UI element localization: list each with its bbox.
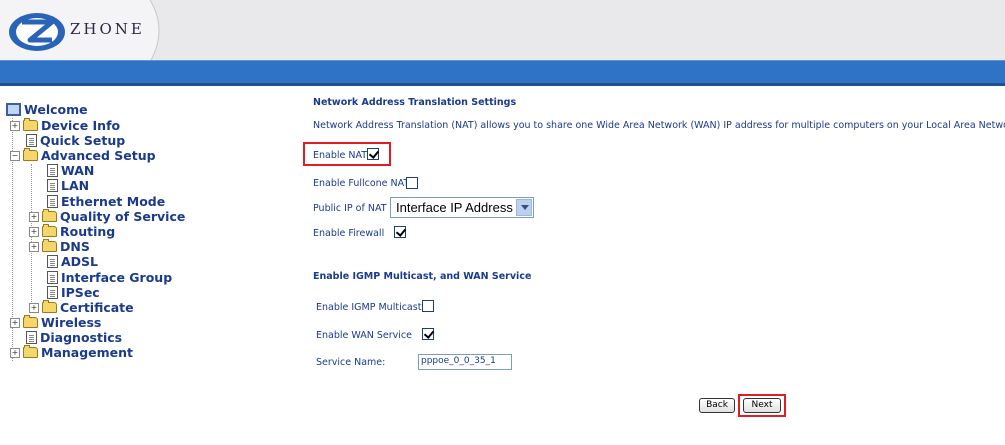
nav-item-certificate[interactable]: + Certificate	[29, 300, 134, 315]
header-blue-band	[0, 60, 1005, 84]
nav-item-label: Diagnostics	[40, 330, 123, 345]
expand-plus-icon[interactable]: +	[29, 241, 39, 252]
header-banner: ZHONE	[0, 0, 1005, 86]
igmp-section-title: Enable IGMP Multicast, and WAN Service	[313, 271, 532, 282]
expand-plus-icon[interactable]: +	[10, 317, 20, 328]
enable-wan-service-label: Enable WAN Service	[316, 330, 412, 341]
nav-item-advanced-setup[interactable]: − Advanced Setup	[10, 148, 156, 163]
nav-item-ipsec[interactable]: IPSec	[47, 285, 100, 300]
nav-item-label: LAN	[61, 178, 90, 193]
collapse-minus-icon[interactable]: −	[10, 150, 20, 161]
service-name-input[interactable]: pppoe_0_0_35_1	[418, 354, 512, 370]
nav-item-label: Welcome	[24, 102, 88, 117]
page-icon	[47, 286, 58, 299]
page-icon	[47, 179, 58, 192]
public-ip-label: Public IP of NAT :	[313, 203, 393, 214]
dropdown-arrow-icon[interactable]	[516, 199, 532, 216]
nav-item-label: Ethernet Mode	[61, 194, 166, 209]
folder-icon	[23, 345, 38, 358]
nav-item-label: Device Info	[41, 118, 121, 133]
public-ip-selected-value: Interface IP Address	[396, 200, 513, 215]
nav-item-management[interactable]: + Management	[10, 345, 133, 360]
nav-item-label: Quality of Service	[60, 209, 186, 224]
page-icon	[47, 255, 58, 268]
nav-item-label: IPSec	[61, 285, 100, 300]
nav-item-wireless[interactable]: + Wireless	[10, 315, 101, 330]
nav-item-interface-group[interactable]: Interface Group	[47, 270, 172, 285]
enable-wan-service-checkbox[interactable]	[422, 328, 434, 340]
expand-plus-icon[interactable]: +	[29, 211, 39, 222]
nav-item-label: Quick Setup	[40, 133, 126, 148]
nav-item-dns[interactable]: + DNS	[29, 239, 90, 254]
nat-description: Network Address Translation (NAT) allows…	[313, 120, 1005, 131]
nav-item-label: Routing	[60, 224, 116, 239]
nav-item-ethernet-mode[interactable]: Ethernet Mode	[47, 194, 165, 209]
folder-icon	[23, 118, 38, 131]
enable-igmp-checkbox[interactable]	[422, 300, 434, 312]
header-divider	[0, 83, 1005, 86]
folder-icon	[42, 209, 57, 222]
nav-item-adsl[interactable]: ADSL	[47, 254, 98, 269]
enable-fullcone-nat-label: Enable Fullcone NAT	[313, 178, 410, 189]
expand-plus-icon[interactable]: +	[10, 120, 20, 131]
nav-item-label: DNS	[60, 239, 90, 254]
expand-plus-icon[interactable]: +	[10, 347, 20, 358]
nat-section-title: Network Address Translation Settings	[313, 97, 517, 108]
nav-item-quick-setup[interactable]: Quick Setup	[26, 133, 125, 148]
enable-nat-label: Enable NAT	[313, 150, 368, 161]
folder-icon	[42, 224, 57, 237]
public-ip-select[interactable]: Interface IP Address	[390, 197, 534, 218]
next-button[interactable]: Next	[743, 398, 781, 413]
page-icon	[47, 164, 58, 177]
enable-igmp-label: Enable IGMP Multicast	[316, 302, 422, 313]
enable-fullcone-nat-checkbox[interactable]	[406, 177, 418, 189]
nav-item-lan[interactable]: LAN	[47, 178, 89, 193]
nav-item-diagnostics[interactable]: Diagnostics	[26, 330, 122, 345]
nav-item-label: ADSL	[61, 254, 99, 269]
logo-text: ZHONE	[70, 20, 145, 38]
folder-icon	[42, 300, 57, 313]
open-folder-icon	[23, 148, 38, 161]
expand-plus-icon[interactable]: +	[29, 302, 39, 313]
page-icon	[26, 331, 37, 344]
page-icon	[47, 195, 58, 208]
service-name-label: Service Name:	[316, 357, 386, 368]
enable-firewall-label: Enable Firewall	[313, 228, 385, 239]
page-icon	[47, 271, 58, 284]
nav-item-wan[interactable]: WAN	[47, 163, 94, 178]
nav-item-label: Certificate	[60, 300, 134, 315]
nav-item-label: Wireless	[41, 315, 102, 330]
page-icon	[26, 134, 37, 147]
computer-icon	[6, 103, 21, 116]
nav-item-routing[interactable]: + Routing	[29, 224, 115, 239]
zhone-logo: ZHONE	[0, 0, 165, 63]
expand-plus-icon[interactable]: +	[29, 226, 39, 237]
enable-firewall-checkbox[interactable]	[394, 226, 406, 238]
nav-item-welcome[interactable]: Welcome	[6, 102, 88, 117]
nav-item-label: Management	[41, 345, 134, 360]
folder-icon	[23, 315, 38, 328]
nav-item-label: WAN	[61, 163, 95, 178]
nav-item-device-info[interactable]: + Device Info	[10, 118, 120, 133]
nav-item-label: Interface Group	[61, 270, 173, 285]
nav-item-label: Advanced Setup	[41, 148, 156, 163]
folder-icon	[42, 239, 57, 252]
enable-nat-checkbox[interactable]	[367, 148, 379, 160]
nav-item-quality-of-service[interactable]: + Quality of Service	[29, 209, 185, 224]
back-button[interactable]: Back	[699, 398, 735, 413]
